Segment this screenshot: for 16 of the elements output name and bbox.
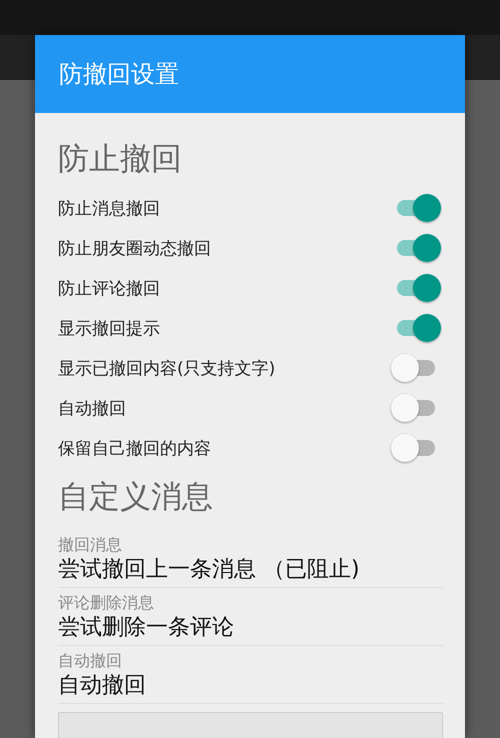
dialog-title: 防撤回设置 xyxy=(35,35,465,113)
message-field[interactable]: 自动撤回 xyxy=(58,671,443,704)
field-label: 自动撤回 xyxy=(58,651,123,671)
message-field[interactable]: 尝试撤回上一条消息 （已阻止) xyxy=(58,555,443,588)
setting-label: 显示已撤回内容(只支持文字) xyxy=(58,358,276,380)
setting-label: 防止消息撤回 xyxy=(58,198,160,220)
setting-label: 防止评论撤回 xyxy=(58,278,160,300)
section-heading: 自定义消息 xyxy=(58,478,214,517)
field-label: 评论删除消息 xyxy=(58,593,155,613)
field-label: 撤回消息 xyxy=(58,535,123,555)
setting-label: 自动撤回 xyxy=(58,398,126,420)
message-field[interactable]: 尝试删除一条评论 xyxy=(58,613,443,646)
setting-label: 防止朋友圈动态撤回 xyxy=(58,238,211,260)
setting-label: 保留自己撤回的内容 xyxy=(58,438,211,460)
section-heading: 防止撤回 xyxy=(58,140,183,179)
setting-label: 显示撤回提示 xyxy=(58,318,160,340)
